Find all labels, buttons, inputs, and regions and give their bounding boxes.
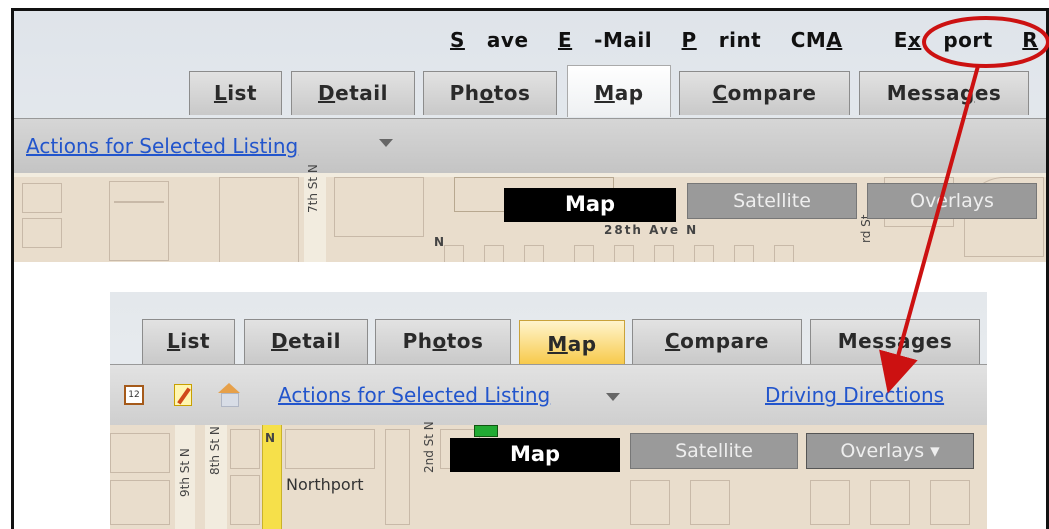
cma-menu-item[interactable]: CMA (791, 28, 865, 52)
overlays-button[interactable]: Overlays (867, 183, 1037, 219)
calendar-icon[interactable]: 12 (124, 385, 144, 405)
satellite-view-button[interactable]: Satellite (687, 183, 857, 219)
actions-for-selected-listing-link[interactable]: Actions for Selected Listing (278, 383, 550, 407)
street-label: 2nd St N (422, 421, 436, 473)
tab-photos[interactable]: Photos (375, 319, 511, 364)
street-label: N (265, 431, 276, 445)
top-actions-bar: Actions for Selected Listing (14, 118, 1048, 174)
tab-messages[interactable]: Messages (810, 319, 980, 364)
satellite-view-button[interactable]: Satellite (630, 433, 798, 469)
map-view-button[interactable]: Map (450, 438, 620, 472)
route-menu-item[interactable]: Route (1022, 28, 1048, 52)
street-label: 8th St N (208, 426, 222, 475)
save-menu-item[interactable]: Save (450, 28, 529, 52)
driving-directions-link[interactable]: Driving Directions (765, 383, 944, 407)
frame-border-left (11, 262, 14, 529)
tab-map[interactable]: Map (567, 65, 671, 117)
chevron-down-icon[interactable] (379, 139, 393, 147)
tab-map[interactable]: Map (519, 320, 625, 365)
street-label: Northport (286, 475, 364, 494)
street-label: 28th Ave N (604, 223, 699, 237)
bottom-map-area: 9th St N 8th St N N Northport 2nd St N M… (110, 421, 987, 529)
export-menu-item[interactable]: Ex port (894, 28, 993, 52)
tab-detail[interactable]: Detail (291, 71, 415, 115)
top-map-area: 7th St N N 28th Ave N rd St Map Satellit… (14, 164, 1048, 262)
bottom-actions-bar: 12 Actions for Selected Listing Driving … (110, 364, 987, 426)
top-tab-bar: List Detail Photos Map Compare Messages (14, 65, 1048, 117)
bottom-screenshot-panel: List Detail Photos Map Compare Messages … (110, 292, 987, 529)
listing-marker[interactable] (474, 425, 498, 437)
tab-detail[interactable]: Detail (244, 319, 368, 364)
actions-for-selected-listing-link[interactable]: Actions for Selected Listing (26, 134, 298, 158)
overlays-button[interactable]: Overlays ▾ (806, 433, 974, 469)
print-menu-item[interactable]: Print (682, 28, 762, 52)
tab-list[interactable]: List (189, 71, 282, 115)
tab-list[interactable]: List (142, 319, 235, 364)
map-view-button[interactable]: Map (504, 188, 676, 222)
tab-messages[interactable]: Messages (859, 71, 1029, 115)
chevron-down-icon[interactable] (606, 393, 620, 401)
top-screenshot-panel: Save E-Mail Print CMA Export Route List … (11, 8, 1048, 262)
house-body-icon (221, 393, 239, 407)
email-menu-item[interactable]: E -Mail (558, 28, 652, 52)
tab-photos[interactable]: Photos (423, 71, 557, 115)
house-icon[interactable] (218, 383, 240, 393)
bottom-tab-bar: List Detail Photos Map Compare Messages (110, 317, 987, 365)
street-label: 7th St N (306, 164, 320, 213)
street-label: 9th St N (178, 448, 192, 497)
tab-compare[interactable]: Compare (679, 71, 850, 115)
street-label: N (434, 235, 445, 249)
tab-compare[interactable]: Compare (632, 319, 802, 364)
top-menu-bar: Save E-Mail Print CMA Export Route (450, 28, 1048, 52)
